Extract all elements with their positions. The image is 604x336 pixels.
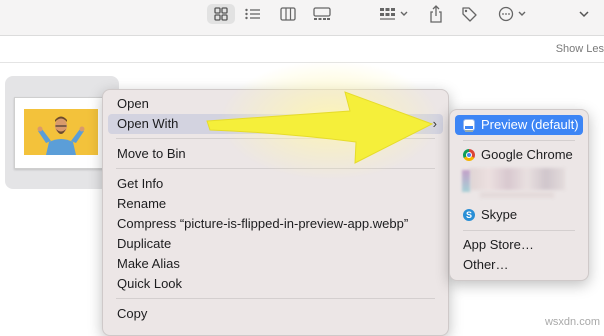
submenu-item-app-store[interactable]: App Store… (455, 235, 583, 255)
blurred-app-entry (470, 168, 565, 190)
column-view-icon (280, 7, 296, 21)
tag-icon (462, 7, 477, 22)
submenu-item-skype[interactable]: S Skype (455, 205, 583, 225)
gallery-view-button[interactable] (308, 4, 336, 24)
chevron-down-icon (579, 11, 589, 18)
more-actions-button[interactable] (496, 4, 530, 24)
blurred-app-icon (462, 170, 470, 192)
preview-icon (463, 119, 475, 132)
share-icon (430, 5, 442, 23)
submenu-item-other[interactable]: Other… (455, 255, 583, 275)
menu-item-open[interactable]: Open (108, 94, 443, 114)
more-icon (498, 6, 526, 22)
thumbnail-image (24, 109, 98, 155)
watermark: wsxdn.com (544, 316, 600, 328)
file-thumbnail[interactable] (14, 97, 110, 169)
menu-item-open-with[interactable]: Open With › (108, 114, 443, 134)
menu-item-make-alias[interactable]: Make Alias (108, 254, 443, 274)
list-view-icon (245, 8, 260, 20)
icon-view-icon (214, 7, 228, 21)
finder-toolbar (0, 0, 604, 36)
menu-item-rename[interactable]: Rename (108, 194, 443, 214)
submenu-chevron-icon: › (432, 116, 437, 131)
group-button[interactable] (377, 4, 411, 24)
menu-item-quick-look[interactable]: Quick Look (108, 274, 443, 294)
column-view-button[interactable] (275, 4, 301, 24)
blurred-app-entry (480, 192, 554, 198)
menu-separator (463, 230, 575, 231)
submenu-item-preview[interactable]: Preview (default) (455, 115, 583, 135)
skype-icon: S (463, 209, 475, 221)
menu-separator (116, 298, 435, 299)
menu-separator (116, 138, 435, 139)
icon-view-button[interactable] (207, 4, 235, 24)
share-button[interactable] (426, 4, 446, 24)
submenu-item-google-chrome[interactable]: Google Chrome (455, 145, 583, 165)
context-menu: Open Open With › Move to Bin Get Info Re… (102, 89, 449, 336)
menu-item-compress[interactable]: Compress “picture-is-flipped-in-preview-… (108, 214, 443, 234)
gallery-view-icon (313, 7, 331, 20)
tag-button[interactable] (458, 4, 480, 24)
show-less-link[interactable]: Show Les (556, 43, 604, 55)
menu-separator (463, 140, 575, 141)
chrome-icon (463, 149, 475, 161)
list-view-button[interactable] (240, 4, 266, 24)
menu-item-move-to-bin[interactable]: Move to Bin (108, 144, 443, 164)
path-bar: Show Les (0, 36, 604, 63)
menu-item-duplicate[interactable]: Duplicate (108, 234, 443, 254)
menu-separator (116, 168, 435, 169)
menu-item-get-info[interactable]: Get Info (108, 174, 443, 194)
group-icon (380, 8, 408, 20)
toolbar-overflow-button[interactable] (575, 4, 593, 24)
person-thumbnail-icon (24, 109, 98, 155)
menu-item-copy[interactable]: Copy (108, 304, 443, 324)
